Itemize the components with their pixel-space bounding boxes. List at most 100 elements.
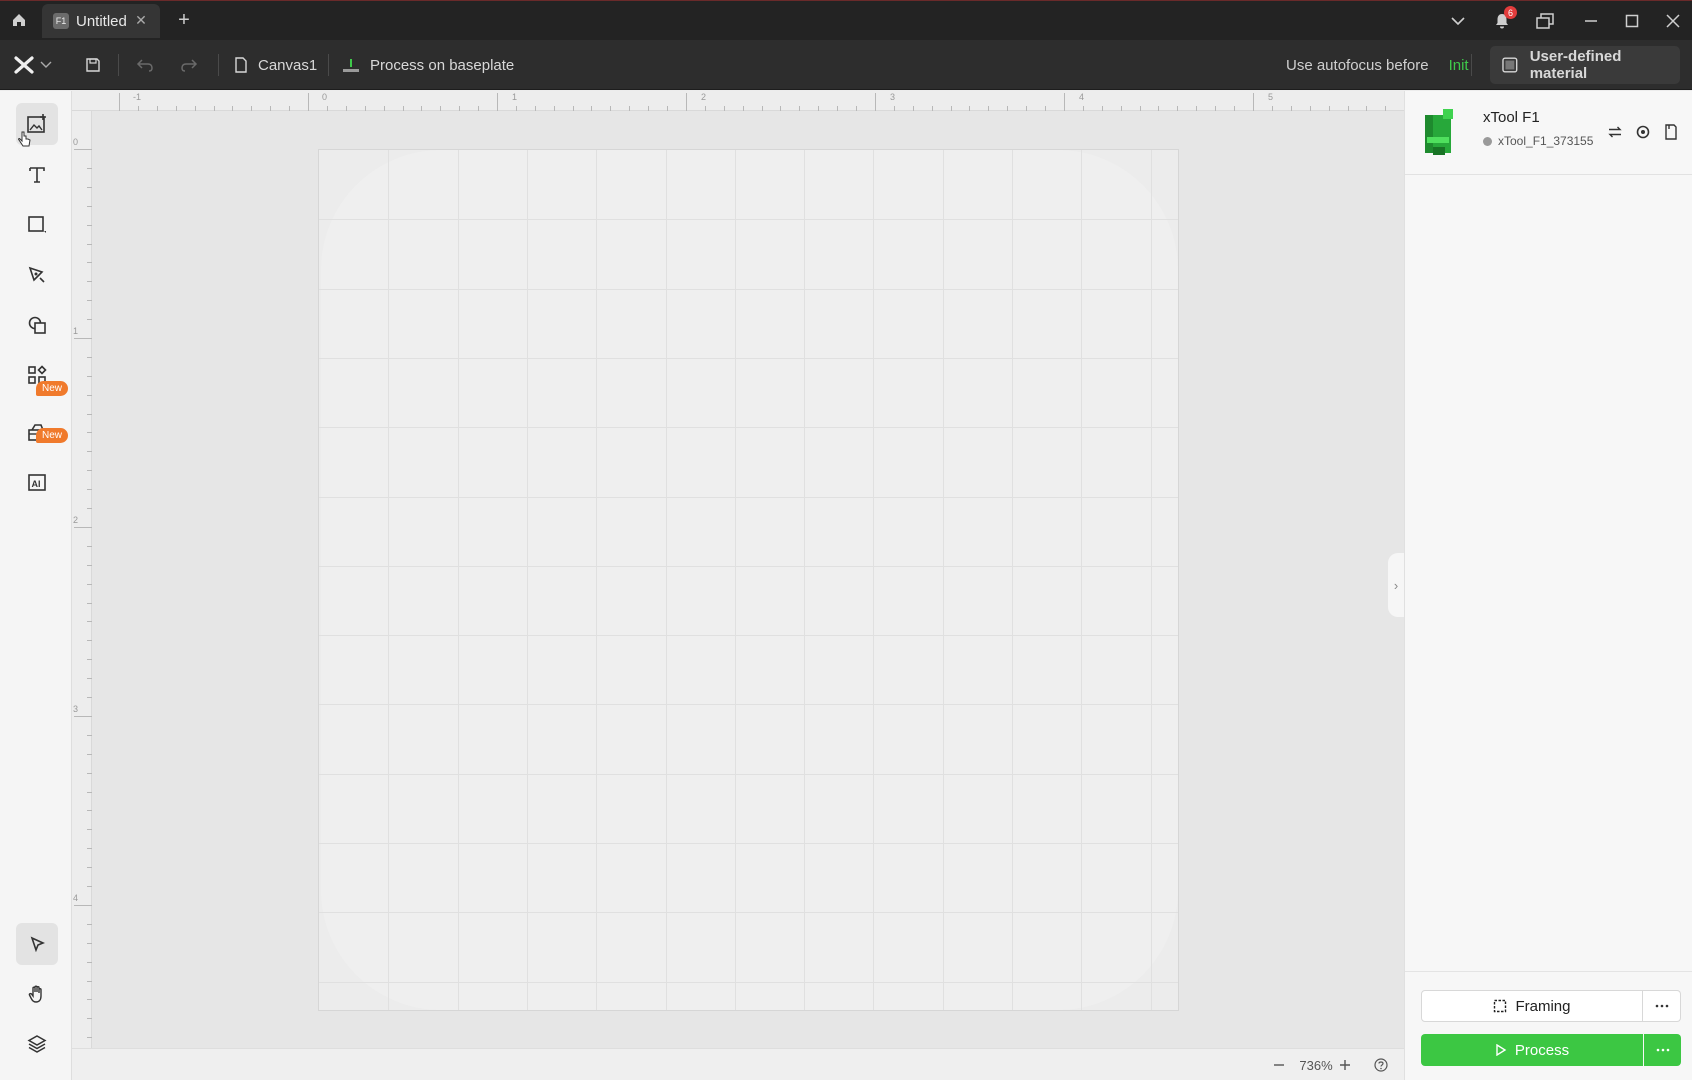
canvas-selector[interactable]: Canvas1 bbox=[234, 53, 317, 77]
xtool-logo-icon bbox=[14, 56, 34, 74]
ruler-label: 0 bbox=[73, 137, 79, 147]
save-button[interactable] bbox=[80, 53, 106, 77]
process-button[interactable]: Process bbox=[1421, 1034, 1643, 1066]
pen-icon bbox=[28, 266, 45, 283]
process-label: Process bbox=[1514, 1041, 1570, 1059]
connection-status-dot bbox=[1483, 136, 1492, 146]
switch-device-icon[interactable] bbox=[1605, 122, 1625, 142]
ruler-label: 4 bbox=[73, 893, 79, 903]
status-bar: 736% bbox=[72, 1048, 1404, 1080]
multi-window-icon[interactable] bbox=[1532, 8, 1558, 34]
help-button[interactable] bbox=[1372, 1057, 1390, 1073]
document-icon bbox=[235, 57, 247, 73]
ruler-label: -1 bbox=[133, 92, 142, 102]
vertical-ruler: 0 1 2 3 4 bbox=[72, 111, 92, 1048]
right-panel: xTool F1 xTool_F1_373155 Framing Process bbox=[1404, 91, 1692, 1080]
svg-text:AI: AI bbox=[32, 479, 41, 489]
horizontal-ruler: -1 0 1 2 3 4 5 bbox=[72, 91, 1404, 111]
save-icon bbox=[86, 58, 100, 72]
hand-icon bbox=[28, 985, 42, 1003]
new-badge: New bbox=[36, 381, 68, 396]
canvas-workspace[interactable] bbox=[92, 111, 1404, 1048]
minus-icon bbox=[1274, 1064, 1284, 1066]
ruler-ticks bbox=[119, 93, 1386, 111]
new-tab-icon[interactable]: + bbox=[172, 8, 196, 32]
ruler-label: 4 bbox=[1079, 92, 1085, 102]
canvas-name-label: Canvas1 bbox=[258, 56, 318, 74]
ai-tool-button[interactable]: AI bbox=[16, 461, 58, 503]
shape-tool-button[interactable] bbox=[16, 204, 58, 246]
notification-count: 6 bbox=[1504, 6, 1517, 19]
pan-tool-button[interactable] bbox=[16, 973, 58, 1015]
ruler-label: 1 bbox=[73, 326, 79, 336]
undo-icon bbox=[136, 59, 153, 72]
chevron-down-icon bbox=[40, 61, 52, 68]
ruler-label: 1 bbox=[512, 92, 518, 102]
material-label: User-defined material bbox=[1529, 48, 1622, 82]
home-icon[interactable] bbox=[6, 7, 32, 33]
autofocus-init-link[interactable]: Init bbox=[1449, 57, 1469, 74]
ruler-label: 0 bbox=[322, 92, 328, 102]
chevron-down-icon[interactable] bbox=[1446, 9, 1470, 33]
pen-tool-button[interactable] bbox=[16, 254, 58, 296]
plus-icon bbox=[1340, 1060, 1350, 1070]
rectangle-icon bbox=[28, 216, 46, 233]
document-tab[interactable]: F1 Untitled ✕ bbox=[42, 4, 160, 38]
title-bar: F1 Untitled ✕ + 6 bbox=[0, 0, 1692, 40]
autofocus-label: Use autofocus before bbox=[1286, 56, 1429, 74]
framing-more-button[interactable] bbox=[1643, 990, 1681, 1022]
minimize-icon[interactable] bbox=[1578, 8, 1604, 34]
process-mode-selector[interactable]: Process on baseplate bbox=[342, 53, 514, 77]
close-window-icon[interactable] bbox=[1660, 8, 1686, 34]
framing-icon bbox=[1494, 999, 1507, 1013]
ai-image-icon: AI bbox=[28, 474, 46, 491]
ruler-label: 2 bbox=[701, 92, 707, 102]
layers-button[interactable] bbox=[16, 1023, 58, 1065]
canvas-grid bbox=[319, 150, 1178, 1010]
ruler-label: 5 bbox=[1268, 92, 1274, 102]
device-name: xTool F1 bbox=[1483, 109, 1540, 126]
laser-device-icon bbox=[1425, 109, 1453, 155]
framing-button[interactable]: Framing bbox=[1421, 990, 1643, 1022]
tab-close-icon[interactable]: ✕ bbox=[132, 11, 150, 29]
device-card: xTool F1 xTool_F1_373155 bbox=[1405, 91, 1692, 175]
zoom-out-button[interactable] bbox=[1270, 1057, 1288, 1073]
main-toolbar: Canvas1 Process on baseplate Use autofoc… bbox=[0, 40, 1692, 90]
zoom-in-button[interactable] bbox=[1336, 1057, 1354, 1073]
app-menu-button[interactable] bbox=[14, 53, 58, 77]
text-icon bbox=[29, 167, 45, 183]
autofocus-setting[interactable]: Use autofocus before Init bbox=[1286, 53, 1469, 77]
device-file-icon[interactable] bbox=[1661, 122, 1681, 142]
undo-button[interactable] bbox=[132, 53, 158, 77]
select-tool-button[interactable] bbox=[16, 923, 58, 965]
toolbar-divider bbox=[118, 54, 119, 76]
pointer-icon bbox=[30, 936, 45, 952]
toolbar-divider bbox=[328, 54, 329, 76]
tab-title: Untitled bbox=[76, 12, 127, 30]
process-mode-label: Process on baseplate bbox=[370, 56, 515, 74]
process-more-button[interactable] bbox=[1644, 1034, 1681, 1066]
framing-label: Framing bbox=[1515, 997, 1571, 1015]
notification-bell-icon[interactable]: 6 bbox=[1488, 6, 1517, 35]
toolbar-divider bbox=[1471, 54, 1472, 76]
play-icon bbox=[1496, 1044, 1507, 1056]
text-tool-button[interactable] bbox=[16, 154, 58, 196]
redo-button[interactable] bbox=[176, 53, 202, 77]
material-icon bbox=[1502, 57, 1518, 73]
elements-tool-button[interactable] bbox=[16, 304, 58, 346]
new-badge: New bbox=[36, 428, 68, 443]
more-icon bbox=[1656, 1048, 1669, 1052]
maximize-icon[interactable] bbox=[1619, 8, 1645, 34]
baseplate-area[interactable] bbox=[318, 149, 1179, 1011]
shapes-icon bbox=[28, 316, 46, 334]
settings-icon[interactable] bbox=[1633, 122, 1653, 142]
more-icon bbox=[1655, 1004, 1668, 1008]
zoom-level[interactable]: 736% bbox=[1294, 1057, 1338, 1073]
layers-icon bbox=[27, 1035, 47, 1053]
material-selector[interactable]: User-defined material bbox=[1490, 46, 1680, 84]
ruler-label: 3 bbox=[890, 92, 896, 102]
ruler-label: 2 bbox=[73, 515, 79, 525]
toolbar-divider bbox=[218, 54, 219, 76]
redo-icon bbox=[181, 59, 198, 72]
collapse-panel-toggle[interactable]: › bbox=[1388, 553, 1404, 617]
